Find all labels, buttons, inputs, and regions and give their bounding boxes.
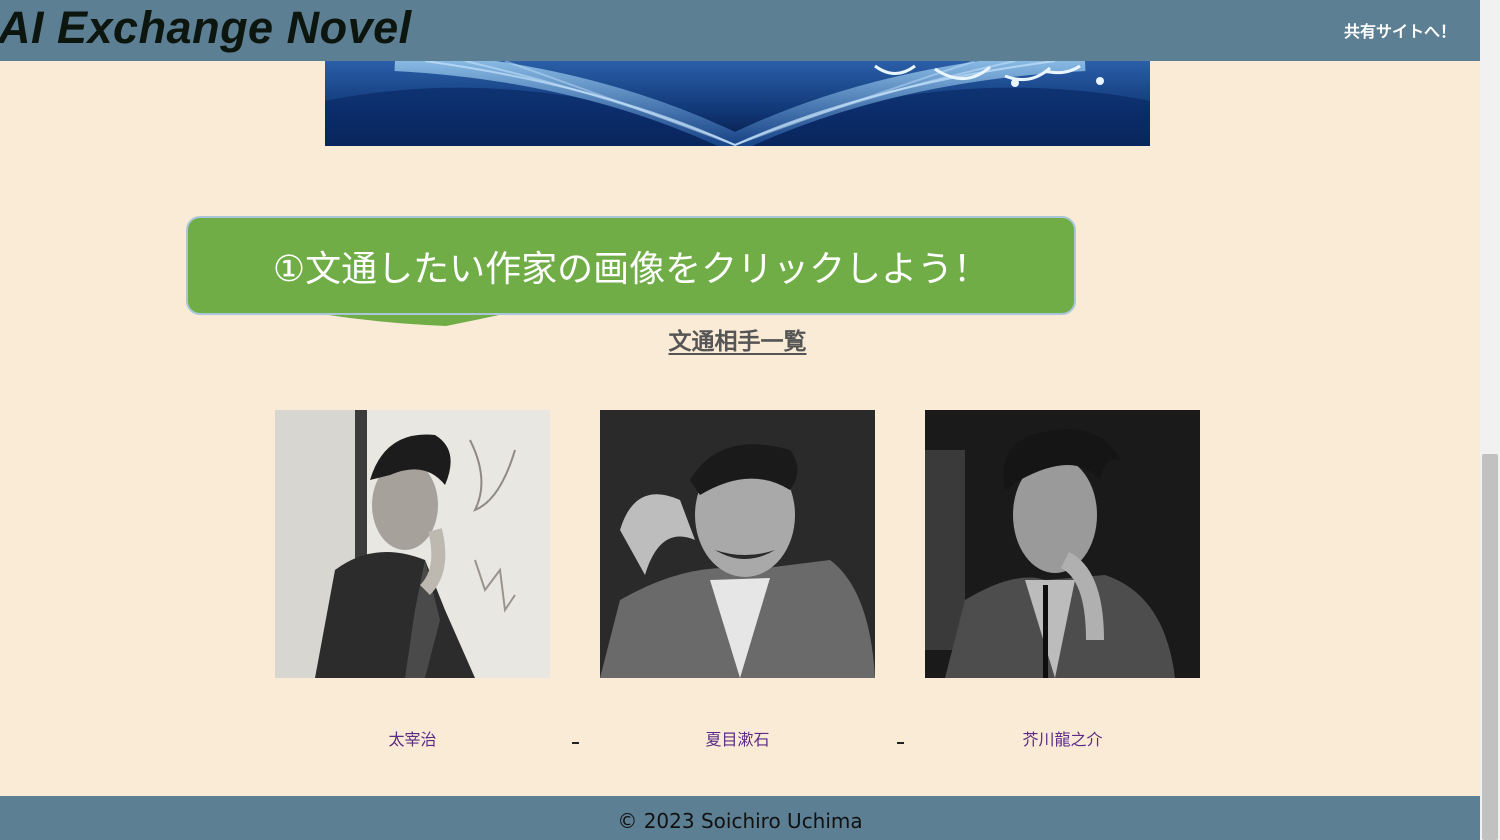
scrollbar-thumb[interactable]: [1482, 454, 1498, 840]
author-link-akutagawa[interactable]: 芥川龍之介: [925, 726, 1200, 750]
author-photo-natsume[interactable]: [600, 410, 875, 678]
separator-mark: [572, 742, 579, 744]
site-header: AI Exchange Novel 共有サイトへ！: [0, 0, 1480, 61]
share-site-link[interactable]: 共有サイトへ！: [1344, 18, 1456, 42]
site-title[interactable]: AI Exchange Novel: [0, 2, 412, 54]
author-link-dazai[interactable]: 太宰治: [275, 726, 550, 750]
page: AI Exchange Novel 共有サイトへ！ ①文通したい作家の画像をクリ…: [0, 0, 1500, 840]
instruction-text: ①文通したい作家の画像をクリックしよう！: [272, 249, 990, 290]
author-photo-dazai[interactable]: [275, 410, 550, 678]
copyright-text: © 2023 Soichiro Uchima: [617, 809, 863, 833]
site-footer: © 2023 Soichiro Uchima: [0, 796, 1480, 840]
instruction-bubble: ①文通したい作家の画像をクリックしよう！: [186, 216, 1076, 315]
hero-banner-image: [325, 61, 1150, 146]
author-link-natsume[interactable]: 夏目漱石: [600, 726, 875, 750]
authors-heading: 文通相手一覧: [668, 329, 807, 355]
separator-mark: [897, 742, 904, 744]
author-photo-akutagawa[interactable]: [925, 410, 1200, 678]
